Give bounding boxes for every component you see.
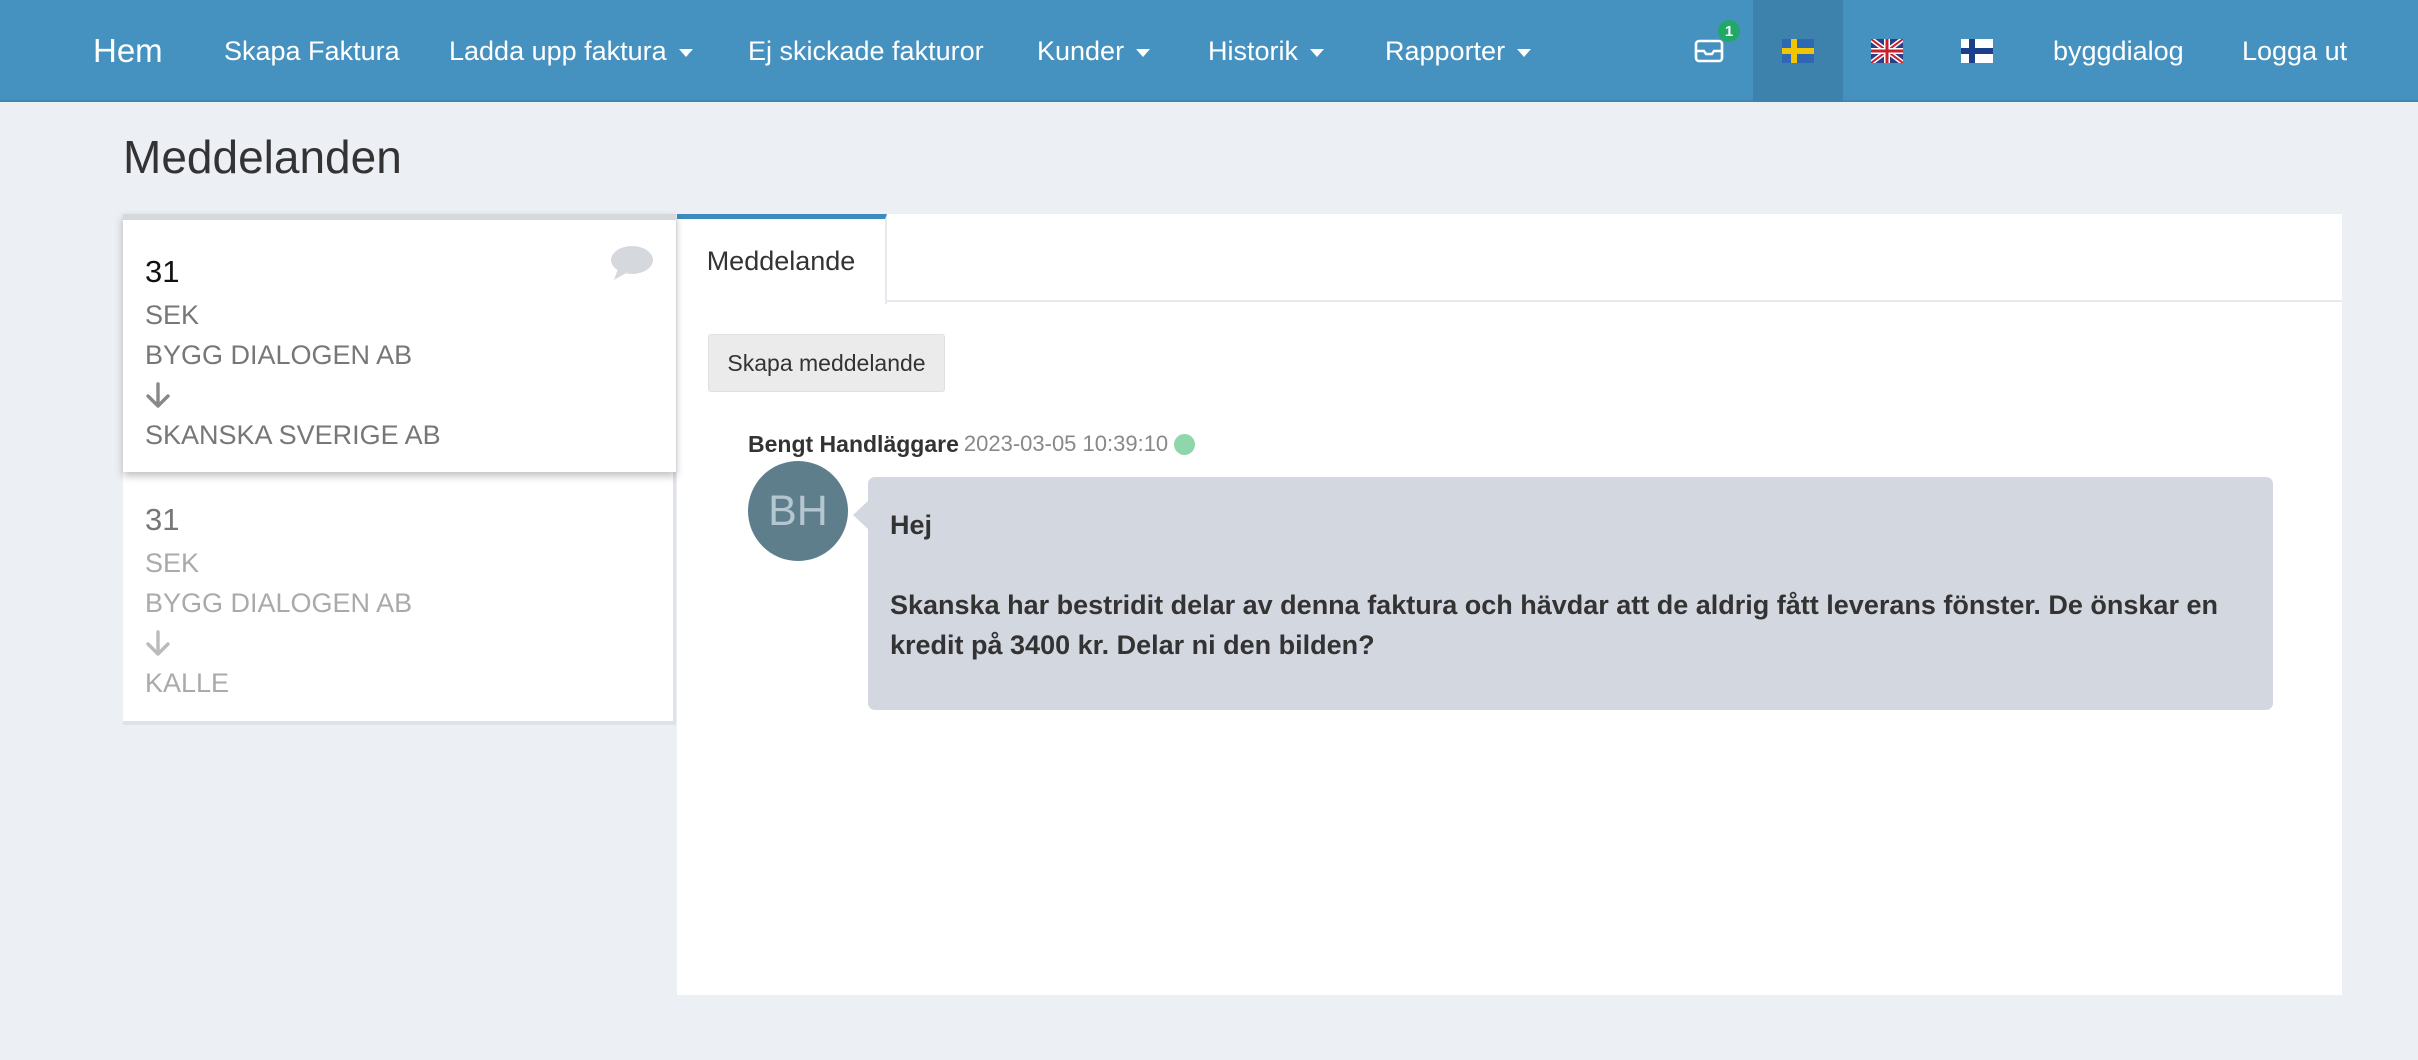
envelope-icon	[1694, 39, 1724, 63]
nav-history-dropdown[interactable]: Historik	[1208, 0, 1325, 102]
comment-icon	[611, 246, 653, 280]
create-message-button[interactable]: Skapa meddelande	[708, 334, 945, 392]
tab-bar: Meddelande	[677, 214, 2342, 304]
thread-invoice-number: 31	[145, 502, 180, 537]
unread-count-badge: 1	[1718, 20, 1740, 42]
message-bubble: Hej Skanska har bestridit delar av denna…	[853, 477, 2273, 710]
message-author: Bengt Handläggare	[748, 430, 959, 457]
arrow-down-icon	[146, 630, 170, 656]
language-swedish-button[interactable]	[1753, 0, 1843, 102]
nav-customers-label: Kunder	[1037, 35, 1125, 66]
message-greeting: Hej	[890, 510, 933, 540]
thread-invoice-number: 31	[145, 254, 180, 289]
tab-message[interactable]: Meddelande	[677, 214, 887, 304]
nav-unsent-invoices-label: Ej skickade fakturor	[748, 35, 984, 66]
caret-down-icon	[1310, 49, 1325, 57]
caret-down-icon	[1517, 49, 1532, 57]
thread-card[interactable]: 31 SEK BYGG DIALOGEN AB KALLE	[123, 472, 676, 725]
nav-history-label: Historik	[1208, 35, 1299, 66]
language-finnish-button[interactable]	[1932, 0, 2022, 102]
message-panel: Meddelande Skapa meddelande Bengt Handlä…	[677, 214, 2342, 995]
thread-currency: SEK	[145, 300, 200, 330]
nav-create-invoice-label: Skapa Faktura	[224, 35, 400, 66]
nav-home-link[interactable]: Hem	[93, 0, 163, 102]
page-title: Meddelanden	[123, 131, 402, 183]
nav-reports-dropdown[interactable]: Rapporter	[1385, 0, 1532, 102]
nav-messages-button[interactable]	[1664, 0, 1754, 102]
arrow-down-icon	[146, 382, 170, 408]
nav-unsent-invoices[interactable]: Ej skickade fakturor	[748, 0, 984, 102]
online-status-icon	[1174, 433, 1196, 455]
thread-card-selected[interactable]: 31 SEK BYGG DIALOGEN AB SKANSKA SVERIGE …	[123, 214, 676, 472]
avatar: BH	[748, 461, 848, 561]
nav-upload-invoice-dropdown[interactable]: Ladda upp faktura	[449, 0, 693, 102]
uk-flag-icon	[1871, 39, 1903, 63]
thread-sender: BYGG DIALOGEN AB	[145, 340, 413, 370]
nav-customers-dropdown[interactable]: Kunder	[1037, 0, 1151, 102]
top-navbar: Hem Skapa Faktura Ladda upp faktura Ej s…	[0, 0, 2418, 102]
caret-down-icon	[678, 49, 693, 57]
message-body: Skanska har bestridit delar av denna fak…	[890, 590, 2218, 660]
nav-reports-label: Rapporter	[1385, 35, 1506, 66]
thread-currency: SEK	[145, 548, 200, 578]
nav-logout-link[interactable]: Logga ut	[2242, 0, 2347, 102]
nav-upload-invoice-label: Ladda upp faktura	[449, 35, 667, 66]
sweden-flag-icon	[1782, 39, 1814, 63]
thread-sender: BYGG DIALOGEN AB	[145, 588, 413, 618]
nav-user-link[interactable]: byggdialog	[2053, 0, 2184, 102]
message-timestamp: 2023-03-05 10:39:10	[963, 431, 1169, 456]
thread-receiver: KALLE	[145, 668, 230, 698]
nav-create-invoice[interactable]: Skapa Faktura	[224, 0, 400, 102]
finland-flag-icon	[1961, 39, 1993, 63]
message-header: Bengt Handläggare 2023-03-05 10:39:10	[748, 424, 1196, 464]
thread-receiver: SKANSKA SVERIGE AB	[145, 420, 441, 450]
caret-down-icon	[1136, 49, 1151, 57]
language-english-button[interactable]	[1842, 0, 1932, 102]
